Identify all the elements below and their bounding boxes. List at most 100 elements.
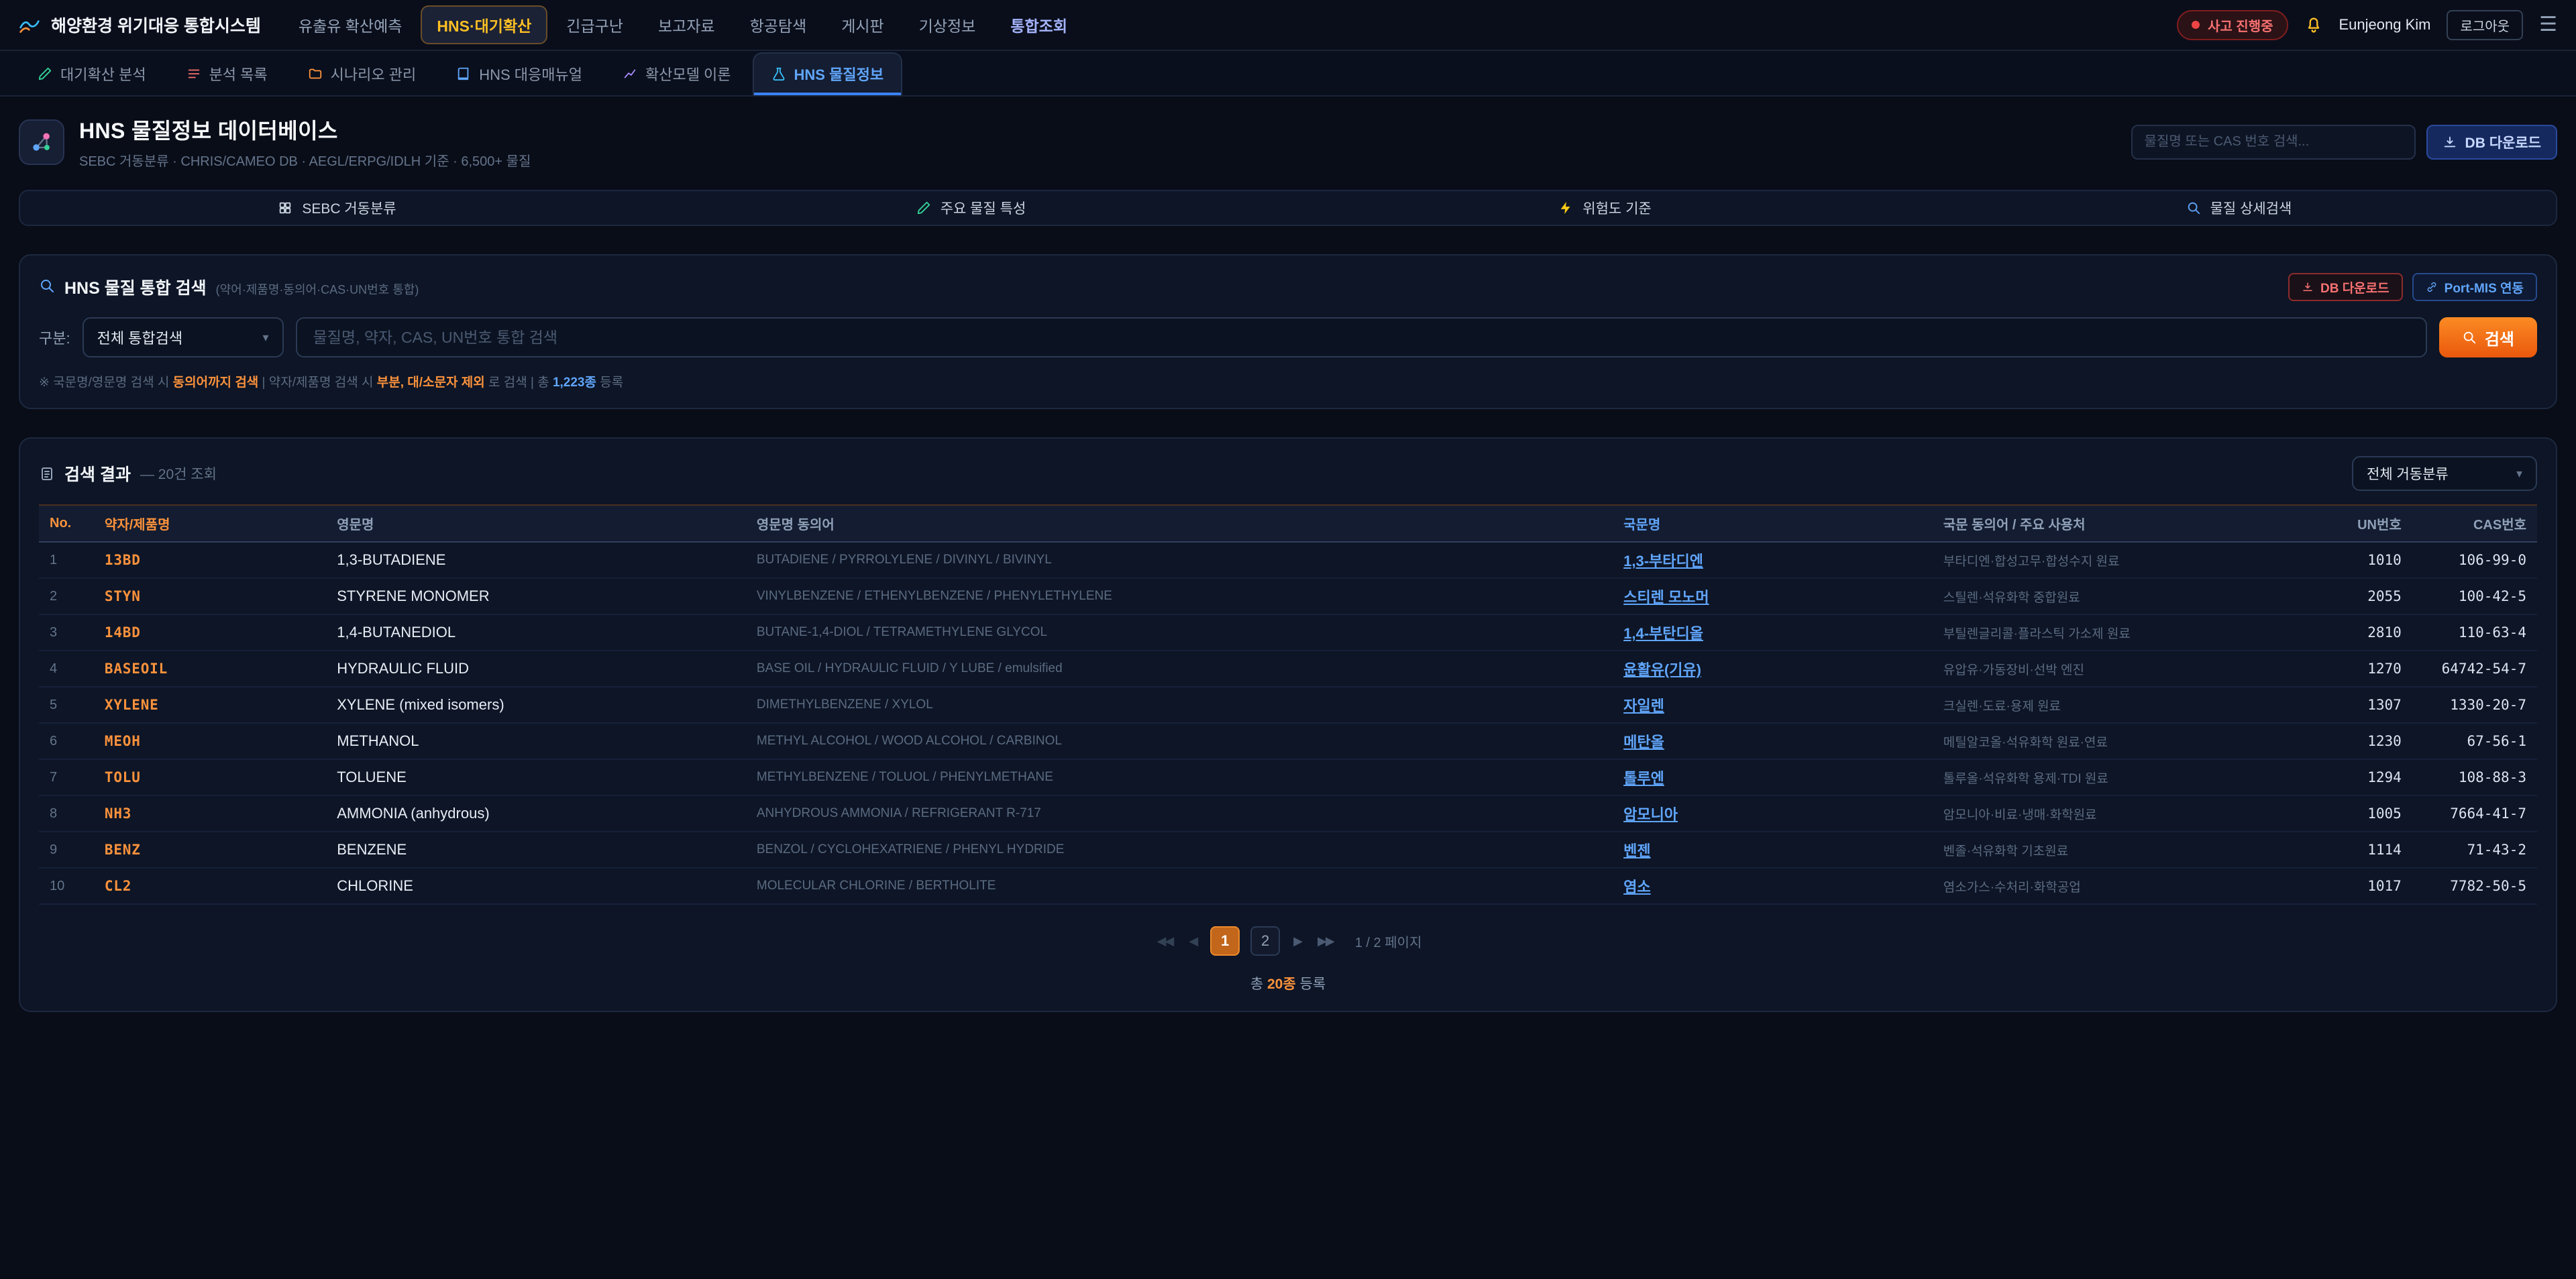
prev-page-button[interactable]: ◀ <box>1186 929 1199 954</box>
bell-icon[interactable] <box>2304 15 2323 34</box>
section-detail-search[interactable]: 물질 상세검색 <box>1922 191 2556 225</box>
nav-item-emergency-rescue[interactable]: 긴급구난 <box>550 5 639 44</box>
brand[interactable]: 해양환경 위기대응 통합시스템 <box>19 13 261 37</box>
table-row[interactable]: 10 CL2 CHLORINE MOLECULAR CHLORINE / BER… <box>39 868 2537 904</box>
substance-un-number: 2810 <box>2312 614 2412 651</box>
nav-item-oil-spill-prediction[interactable]: 유출유 확산예측 <box>282 5 419 44</box>
page-1-button[interactable]: 1 <box>1210 926 1240 956</box>
col-english-synonyms: 영문명 동의어 <box>746 505 1613 542</box>
clipboard-icon <box>39 465 55 482</box>
section-sebc-classification[interactable]: SEBC 거동분류 <box>20 191 654 225</box>
header-db-download-button[interactable]: DB 다운로드 <box>2426 125 2557 160</box>
substance-cas-number: 67-56-1 <box>2412 723 2537 759</box>
status-dot-icon <box>2192 21 2200 29</box>
substance-korean-synonyms: 암모니아·비료·냉매·화학원료 <box>1933 795 2312 832</box>
col-korean-name: 국문명 <box>1613 505 1933 542</box>
table-row[interactable]: 3 14BD 1,4-BUTANEDIOL BUTANE-1,4-DIOL / … <box>39 614 2537 651</box>
tab-scenario-management[interactable]: 시나리오 관리 <box>289 52 435 95</box>
tab-analysis-list[interactable]: 분석 목록 <box>168 52 286 95</box>
substance-english-name: METHANOL <box>326 723 746 759</box>
substance-abbr: CL2 <box>94 868 326 904</box>
page-2-button[interactable]: 2 <box>1250 926 1280 956</box>
portmis-link-button[interactable]: Port-MIS 연동 <box>2412 273 2537 301</box>
hamburger-menu-icon[interactable]: ☰ <box>2539 15 2557 35</box>
results-title: 검색 결과 <box>64 461 131 486</box>
quick-section-bar: SEBC 거동분류 주요 물질 특성 위험도 기준 물질 상세검색 <box>19 190 2557 226</box>
magnifier-icon <box>2462 330 2477 345</box>
substance-english-synonyms: BUTANE-1,4-DIOL / TETRAMETHYLENE GLYCOL <box>746 614 1613 651</box>
next-page-button[interactable]: ▶ <box>1291 929 1304 954</box>
substance-cas-number: 106-99-0 <box>2412 542 2537 578</box>
tab-hns-substance-info[interactable]: HNS 물질정보 <box>753 52 903 95</box>
nav-item-reports[interactable]: 보고자료 <box>642 5 731 44</box>
nav-item-board[interactable]: 게시판 <box>825 5 900 44</box>
substance-korean-name-link[interactable]: 윤활유(기유) <box>1623 661 1701 678</box>
integrated-search-input[interactable] <box>296 317 2427 357</box>
table-row[interactable]: 1 13BD 1,3-BUTADIENE BUTADIENE / PYRROLY… <box>39 542 2537 578</box>
section-key-properties[interactable]: 주요 물질 특성 <box>654 191 1288 225</box>
main-menu: 유출유 확산예측 HNS·대기확산 긴급구난 보고자료 항공탐색 게시판 기상정… <box>282 5 2155 44</box>
substance-korean-name-link[interactable]: 암모니아 <box>1623 806 1678 823</box>
substance-abbr: MEOH <box>94 723 326 759</box>
download-icon <box>2302 281 2314 293</box>
substance-cas-number: 7664-41-7 <box>2412 795 2537 832</box>
substance-korean-name-link[interactable]: 톨루엔 <box>1623 770 1664 787</box>
substance-un-number: 1270 <box>2312 651 2412 687</box>
substance-cas-number: 110-63-4 <box>2412 614 2537 651</box>
table-row[interactable]: 8 NH3 AMMONIA (anhydrous) ANHYDROUS AMMO… <box>39 795 2537 832</box>
table-row[interactable]: 4 BASEOIL HYDRAULIC FLUID BASE OIL / HYD… <box>39 651 2537 687</box>
last-page-button[interactable]: ▶▶ <box>1315 929 1336 954</box>
tab-air-dispersion-analysis[interactable]: 대기확산 분석 <box>19 52 165 95</box>
substance-english-synonyms: VINYLBENZENE / ETHENYLBENZENE / PHENYLET… <box>746 578 1613 614</box>
substance-korean-name-link[interactable]: 메탄올 <box>1623 734 1664 750</box>
substance-korean-name-link[interactable]: 1,3-부타디엔 <box>1623 553 1703 569</box>
db-download-chip-button[interactable]: DB 다운로드 <box>2288 273 2403 301</box>
tab-dispersion-model-theory[interactable]: 확산모델 이론 <box>604 52 750 95</box>
substance-korean-synonyms: 부틸렌글리콜·플라스틱 가소제 원료 <box>1933 614 2312 651</box>
table-row[interactable]: 2 STYN STYRENE MONOMER VINYLBENZENE / ET… <box>39 578 2537 614</box>
substance-korean-synonyms: 스틸렌·석유화학 중합원료 <box>1933 578 2312 614</box>
substance-korean-name-link[interactable]: 스티렌 모노머 <box>1623 589 1709 606</box>
top-nav: 해양환경 위기대응 통합시스템 유출유 확산예측 HNS·대기확산 긴급구난 보… <box>0 0 2576 51</box>
substance-korean-name-link[interactable]: 1,4-부탄디올 <box>1623 625 1703 642</box>
substance-un-number: 1294 <box>2312 759 2412 795</box>
pencil-icon <box>916 201 931 215</box>
substance-korean-name-link[interactable]: 벤젠 <box>1623 842 1650 859</box>
first-page-button[interactable]: ◀◀ <box>1155 929 1176 954</box>
table-row[interactable]: 5 XYLENE XYLENE (mixed isomers) DIMETHYL… <box>39 687 2537 723</box>
tab-hns-response-manual[interactable]: HNS 대응매뉴얼 <box>437 52 601 95</box>
section-risk-criteria[interactable]: 위험도 기준 <box>1288 191 1922 225</box>
search-help-note: ※ 국문명/영문명 검색 시 동의어까지 검색 | 약자/제품명 검색 시 부분… <box>39 372 2537 390</box>
nav-item-integrated-search[interactable]: 통합조회 <box>994 5 1083 44</box>
behavior-class-filter-select[interactable]: 전체 거동분류 ▾ <box>2352 456 2537 491</box>
search-button[interactable]: 검색 <box>2439 317 2537 357</box>
table-row[interactable]: 9 BENZ BENZENE BENZOL / CYCLOHEXATRIENE … <box>39 832 2537 868</box>
col-no: No. <box>39 505 94 542</box>
molecule-icon <box>19 119 64 165</box>
substance-korean-synonyms: 메틸알코올·석유화학 원료·연료 <box>1933 723 2312 759</box>
header-search-input[interactable] <box>2131 125 2416 160</box>
chevron-down-icon: ▾ <box>263 331 269 345</box>
substance-korean-name-link[interactable]: 자일렌 <box>1623 698 1664 714</box>
substance-korean-synonyms: 유압유·가동장비·선박 엔진 <box>1933 651 2312 687</box>
search-category-select[interactable]: 전체 통합검색 ▾ <box>83 317 284 357</box>
search-results-panel: 검색 결과 — 20건 조회 전체 거동분류 ▾ No. 약자/제품명 영문명 … <box>19 437 2557 1012</box>
line-chart-icon <box>623 66 637 81</box>
nav-item-aerial-search[interactable]: 항공탐색 <box>734 5 823 44</box>
logout-button[interactable]: 로그아웃 <box>2447 10 2523 40</box>
link-icon <box>2426 281 2438 293</box>
substance-english-name: XYLENE (mixed isomers) <box>326 687 746 723</box>
substance-un-number: 1017 <box>2312 868 2412 904</box>
substance-english-synonyms: METHYL ALCOHOL / WOOD ALCOHOL / CARBINOL <box>746 723 1613 759</box>
substance-english-synonyms: MOLECULAR CHLORINE / BERTHOLITE <box>746 868 1613 904</box>
sub-tab-bar: 대기확산 분석 분석 목록 시나리오 관리 HNS 대응매뉴얼 확산모델 이론 … <box>0 51 2576 97</box>
nav-item-hns-air-dispersion[interactable]: HNS·대기확산 <box>421 5 547 44</box>
nav-item-weather[interactable]: 기상정보 <box>903 5 992 44</box>
substance-korean-synonyms: 염소가스·수처리·화학공업 <box>1933 868 2312 904</box>
table-row[interactable]: 7 TOLU TOLUENE METHYLBENZENE / TOLUOL / … <box>39 759 2537 795</box>
substance-un-number: 1307 <box>2312 687 2412 723</box>
substance-korean-name-link[interactable]: 염소 <box>1623 879 1650 895</box>
substance-english-name: AMMONIA (anhydrous) <box>326 795 746 832</box>
page-info: 1 / 2 페이지 <box>1355 932 1422 951</box>
table-row[interactable]: 6 MEOH METHANOL METHYL ALCOHOL / WOOD AL… <box>39 723 2537 759</box>
